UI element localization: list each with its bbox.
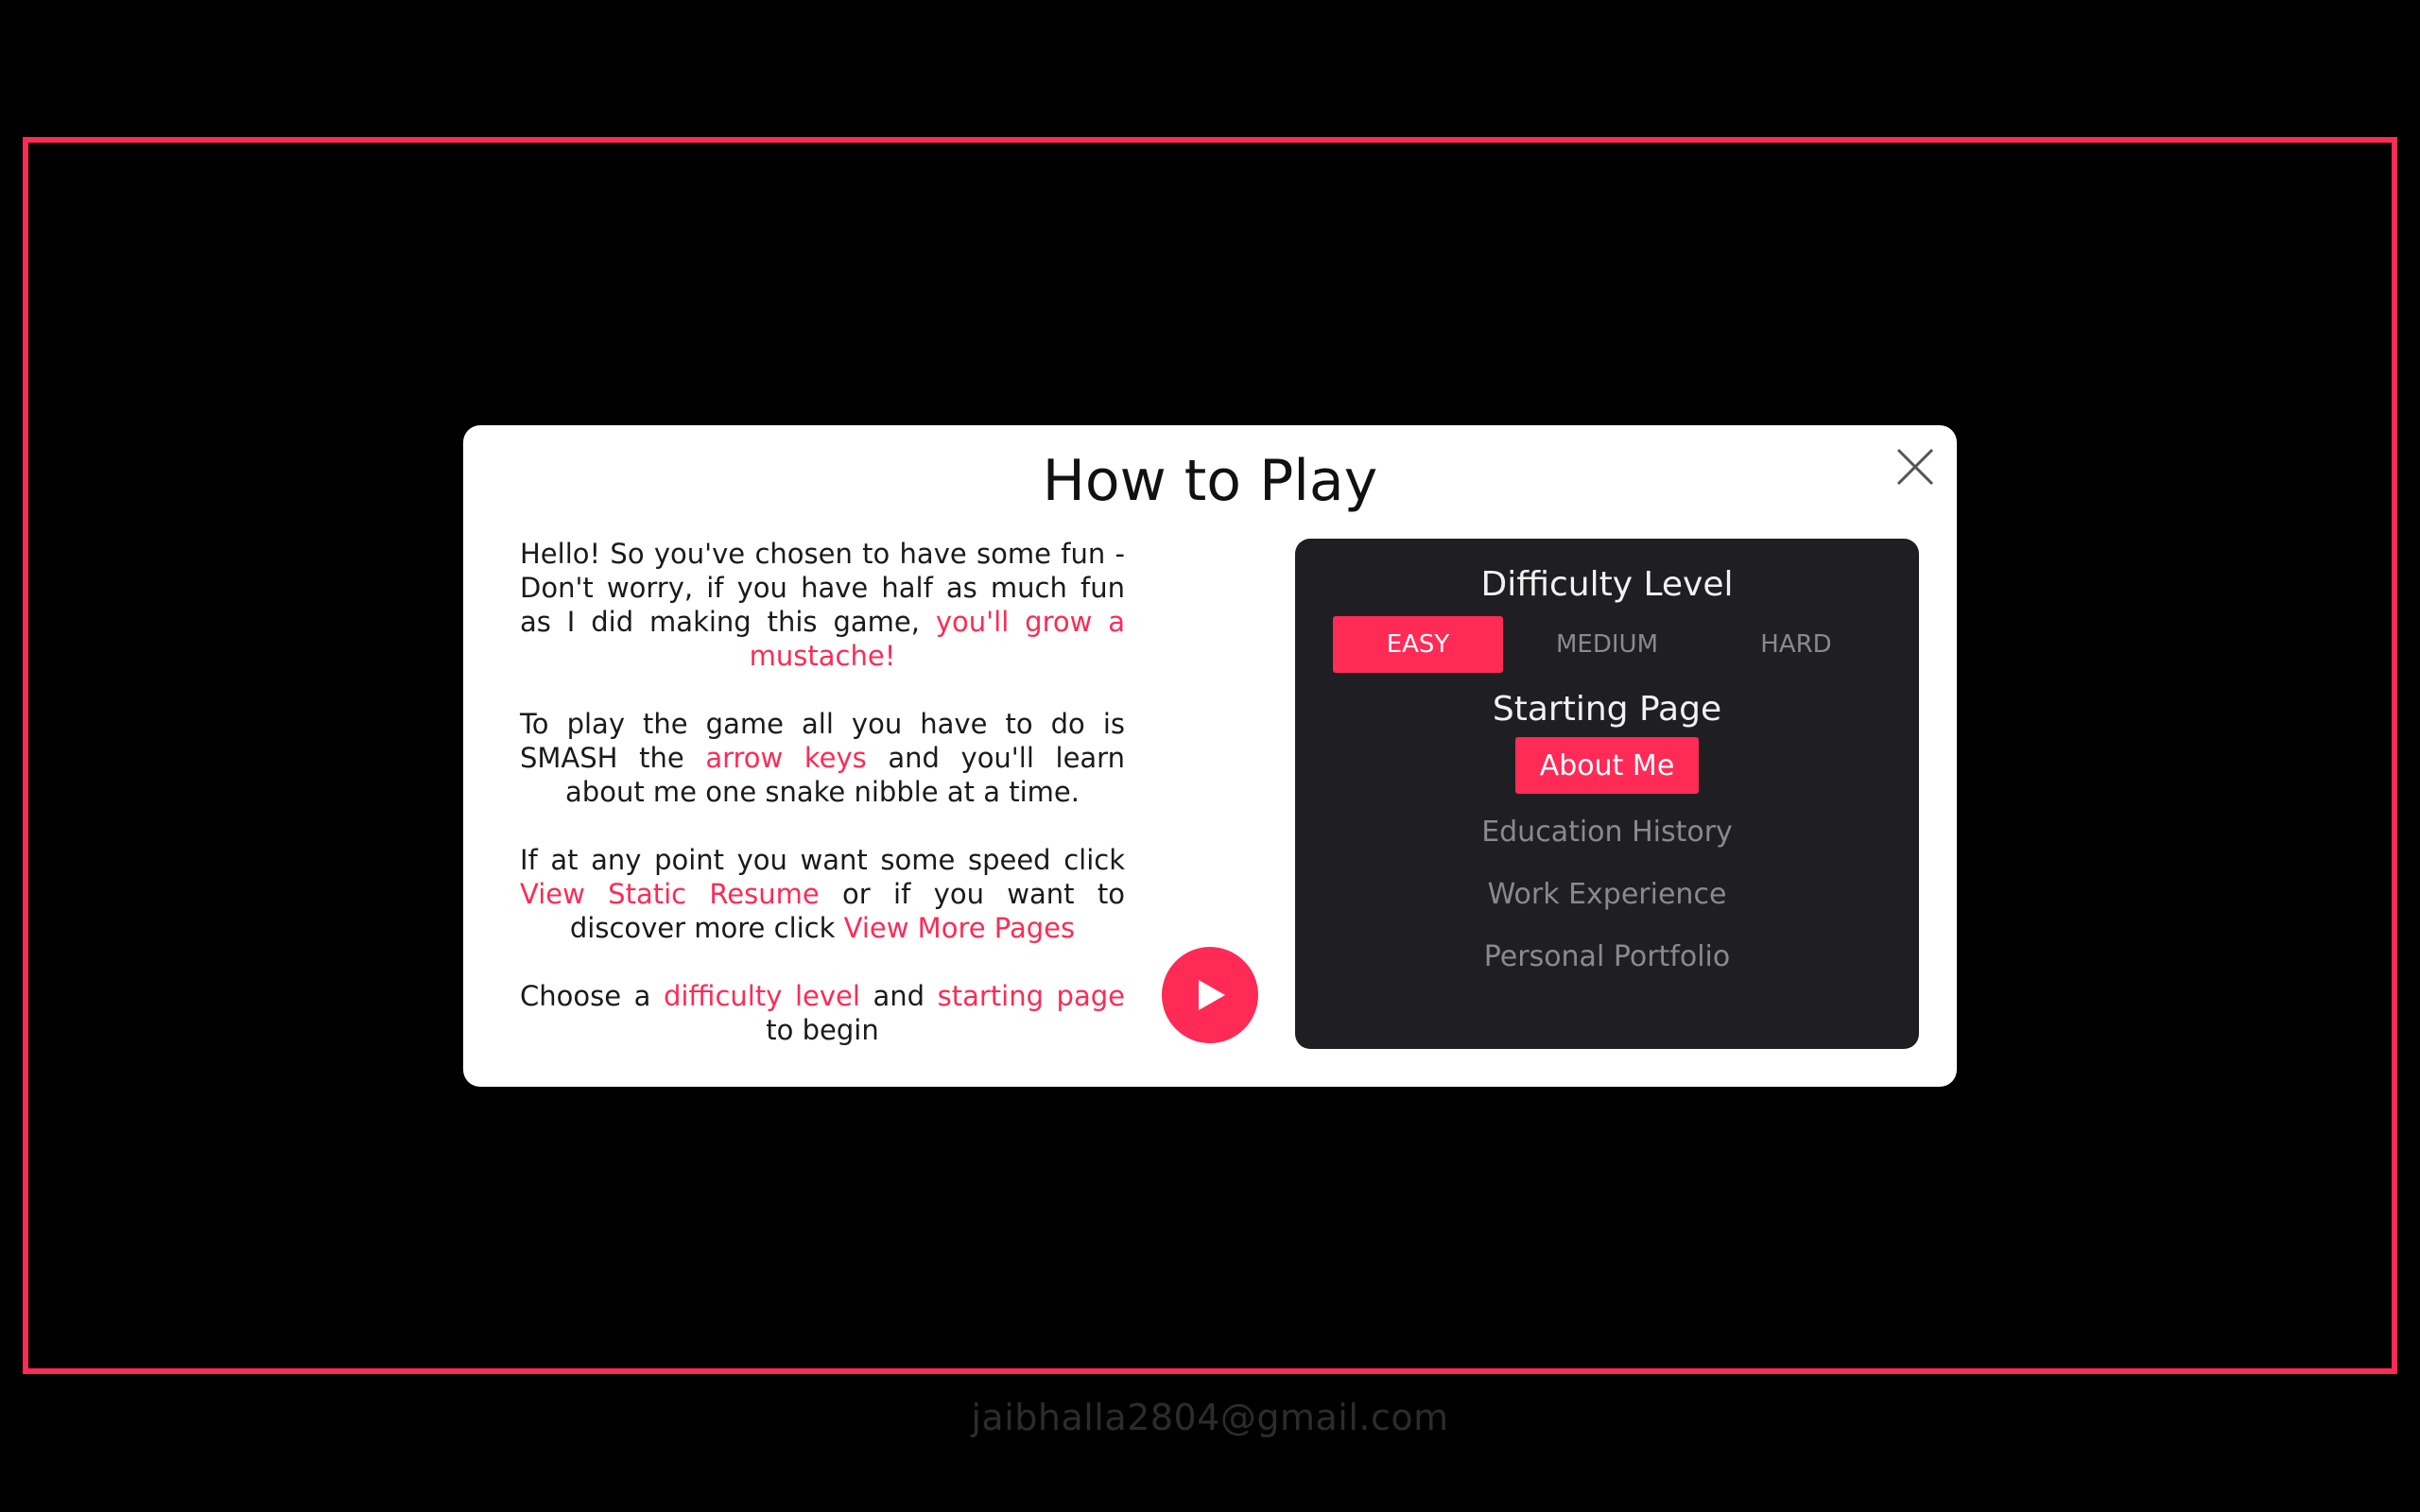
close-x-icon <box>1896 448 1934 486</box>
game-settings-panel: Difficulty Level EASY MEDIUM HARD Starti… <box>1295 539 1919 1049</box>
page-option-personal-portfolio[interactable]: Personal Portfolio <box>1295 932 1919 981</box>
links-paragraph: If at any point you want some speed clic… <box>520 844 1125 944</box>
starting-page-highlight: starting page <box>937 980 1125 1012</box>
intro-paragraph: Hello! So you've chosen to have some fun… <box>520 538 1126 672</box>
page-option-about-me[interactable]: About Me <box>1295 737 1919 794</box>
instructions-text: Hello! So you've chosen to have some fun… <box>520 537 1125 1081</box>
difficulty-level-heading: Difficulty Level <box>1480 565 1734 604</box>
modal-title: How to Play <box>1042 448 1378 514</box>
page-option-label: About Me <box>1514 737 1700 794</box>
difficulty-level-highlight: difficulty level <box>663 980 860 1012</box>
page-option-label: Work Experience <box>1487 877 1727 911</box>
controls-paragraph: To play the game all you have to do is S… <box>520 708 1125 808</box>
how-to-play-modal: How to Play Hello! So you've chosen to h… <box>463 425 1957 1087</box>
choose-paragraph: Choose a difficulty level and starting p… <box>520 980 1125 1046</box>
difficulty-easy-option[interactable]: EASY <box>1333 616 1503 673</box>
view-more-pages-link[interactable]: View More Pages <box>844 912 1075 944</box>
view-static-resume-link[interactable]: View Static Resume <box>520 878 820 910</box>
arrow-keys-highlight: arrow keys <box>705 742 867 774</box>
difficulty-hard-option[interactable]: HARD <box>1711 616 1881 673</box>
page-option-label: Education History <box>1481 815 1733 849</box>
footer-email: jaibhalla2804@gmail.com <box>971 1397 1449 1438</box>
play-triangle-icon <box>1199 980 1225 1010</box>
page-option-label: Personal Portfolio <box>1483 939 1731 973</box>
close-button[interactable] <box>1887 438 1944 495</box>
page-option-education-history[interactable]: Education History <box>1295 807 1919 856</box>
play-button[interactable] <box>1162 947 1258 1043</box>
page-option-work-experience[interactable]: Work Experience <box>1295 869 1919 919</box>
difficulty-medium-option[interactable]: MEDIUM <box>1522 616 1692 673</box>
starting-page-heading: Starting Page <box>1492 690 1722 729</box>
game-screen: How to Play Hello! So you've chosen to h… <box>0 0 2420 1512</box>
